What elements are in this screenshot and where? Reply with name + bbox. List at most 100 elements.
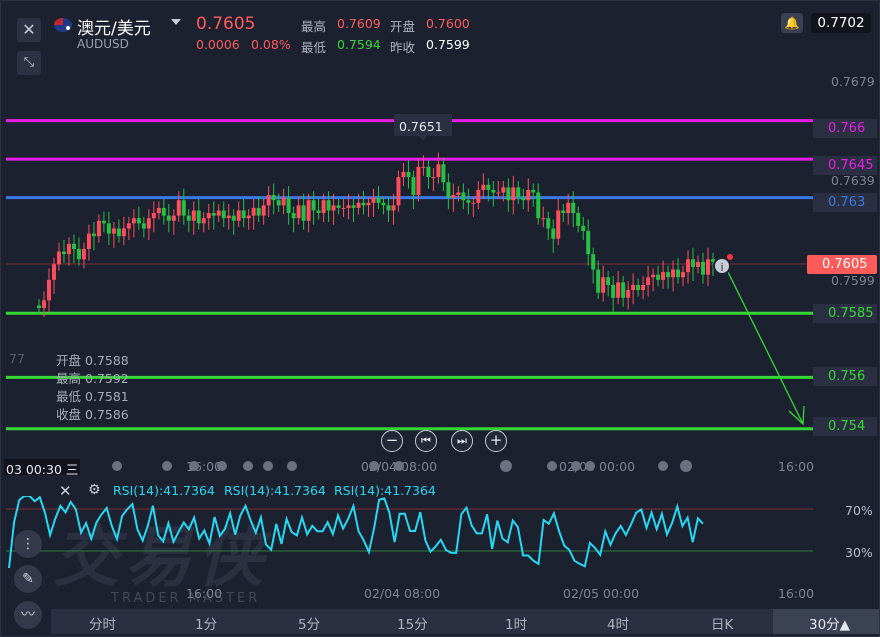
candle-body	[281, 197, 286, 206]
candle-body	[386, 205, 391, 211]
candle-body	[286, 197, 291, 214]
candle-body	[136, 218, 141, 224]
candle-body	[321, 200, 326, 214]
candle-body	[591, 254, 596, 270]
candle-body	[116, 228, 121, 237]
candle-body	[106, 223, 111, 234]
timeframe-15m[interactable]: 15分	[397, 613, 428, 633]
level-tag[interactable]: 0.766	[813, 119, 877, 138]
candle-body	[526, 189, 531, 201]
candle-body	[61, 251, 66, 255]
timeframe-tick[interactable]: 分时	[89, 613, 116, 633]
timeframe-4h[interactable]: 4时	[607, 613, 629, 633]
crosshair-icon[interactable]: ⋮	[14, 530, 42, 558]
level-tag[interactable]: 0.7645	[813, 156, 877, 175]
candle-body	[391, 205, 396, 211]
candle-body	[651, 274, 656, 278]
candle-body	[466, 200, 471, 203]
level-tag[interactable]: 0.7585	[813, 304, 877, 323]
candle-body	[496, 192, 501, 194]
candle-body	[261, 205, 266, 216]
candle-body	[146, 218, 151, 229]
price-chart[interactable]: i	[1, 1, 880, 481]
candle-body	[301, 205, 306, 221]
candle-body	[641, 284, 646, 291]
level-tag[interactable]: 0.756	[813, 367, 877, 386]
candle-body	[91, 233, 96, 237]
candle-body	[436, 164, 441, 178]
candle-body	[161, 207, 166, 216]
candle-body	[341, 207, 346, 209]
timeframe-30m[interactable]: 30分▲	[809, 613, 850, 633]
price-axis-label: 0.7599	[831, 273, 875, 288]
level-tag[interactable]: 0.754	[813, 417, 877, 436]
ohlc-open: 开盘 0.7588	[56, 353, 129, 368]
candle-body	[631, 284, 636, 291]
zoom-in-button[interactable]: +	[485, 430, 507, 452]
candle-body	[271, 195, 276, 201]
current-price-tag: 0.7605	[807, 255, 877, 274]
ohlc-high: 最高 0.7592	[56, 371, 129, 386]
candle-body	[81, 249, 86, 260]
rsi-time-label: 16:00	[186, 586, 223, 601]
chart-icon[interactable]: 〰	[14, 601, 42, 629]
candle-body	[211, 213, 216, 216]
candle-body	[646, 277, 651, 285]
level-tag[interactable]: 0.763	[813, 193, 877, 212]
candle-body	[121, 228, 126, 237]
candle-body	[326, 200, 331, 211]
zoom-out-button[interactable]: −	[381, 430, 403, 452]
candle-body	[636, 284, 641, 291]
candle-body	[446, 182, 451, 198]
candle-body	[206, 213, 211, 219]
price-axis-label: 0.7639	[831, 173, 875, 188]
event-markers	[112, 460, 692, 472]
candle-body	[606, 277, 611, 285]
timeframe-1h[interactable]: 1时	[505, 613, 527, 633]
candle-body	[251, 207, 256, 216]
timeframe-1m[interactable]: 1分	[195, 613, 217, 633]
rsi-chart[interactable]	[1, 496, 880, 606]
timeframe-day[interactable]: 日K	[711, 613, 733, 633]
candle-body	[141, 223, 146, 229]
candle-body	[71, 243, 76, 249]
candle-body	[476, 189, 481, 203]
candle-body	[546, 218, 551, 229]
candle-body	[551, 228, 556, 239]
timeframe-bar	[51, 609, 879, 634]
scroll-end-button[interactable]: ⏭	[451, 430, 473, 452]
candle-body	[701, 261, 706, 275]
rsi-upper-label: 70%	[845, 503, 873, 518]
candle-body	[516, 187, 521, 198]
candle-body	[681, 272, 686, 278]
candle-body	[266, 195, 271, 206]
candle-body	[511, 187, 516, 201]
pencil-icon[interactable]: ✎	[14, 565, 42, 593]
candle-body	[676, 269, 681, 278]
candle-body	[381, 202, 386, 206]
candle-body	[426, 166, 431, 178]
candle-body	[486, 184, 491, 190]
candle-body	[166, 215, 171, 221]
candle-body	[231, 215, 236, 221]
rsi-lower-label: 30%	[845, 545, 873, 560]
rsi-time-label: 02/05 00:00	[563, 586, 640, 601]
candle-body	[441, 164, 446, 183]
candle-body	[126, 223, 131, 229]
candle-body	[541, 218, 546, 220]
candle-body	[456, 192, 461, 196]
candle-body	[601, 277, 606, 293]
candle-body	[586, 231, 591, 255]
axis-fragment: 77	[9, 351, 25, 366]
candle-body	[506, 187, 511, 201]
candle-body	[656, 274, 661, 280]
scroll-start-button[interactable]: ⏮	[415, 430, 437, 452]
candle-body	[66, 243, 71, 255]
candle-body	[566, 202, 571, 214]
candle-body	[336, 205, 341, 208]
candle-body	[671, 269, 676, 278]
candle-body	[236, 210, 241, 221]
rsi-time-label: 02/04 08:00	[364, 586, 441, 601]
candle-body	[616, 282, 621, 298]
timeframe-5m[interactable]: 5分	[298, 613, 320, 633]
